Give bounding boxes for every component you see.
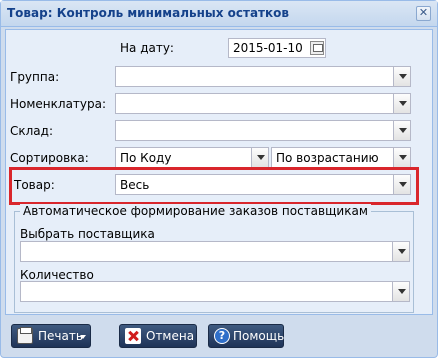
chevron-down-icon[interactable] xyxy=(392,242,409,261)
help-button-label: Помощь xyxy=(233,329,285,343)
date-value: 2015-01-10 xyxy=(233,41,303,55)
product-label: Товар: xyxy=(14,178,55,192)
printer-icon xyxy=(17,327,33,344)
nomenclature-label: Номенклатура: xyxy=(10,97,107,111)
report-dialog: Товар: Контроль минимальных остатков ✕ Н… xyxy=(0,0,438,358)
dialog-titlebar[interactable]: Товар: Контроль минимальных остатков ✕ xyxy=(1,1,437,27)
cancel-icon xyxy=(125,328,141,344)
calendar-icon[interactable] xyxy=(310,41,324,55)
product-combo[interactable]: Весь xyxy=(115,174,411,195)
product-value: Весь xyxy=(120,178,150,192)
dialog-body: На дату: 2015-01-10 Группа: Номенклатура… xyxy=(5,29,433,315)
sort-label: Сортировка: xyxy=(10,151,89,165)
sort-order-value: По возрастанию xyxy=(276,151,379,165)
dropdown-arrow-icon xyxy=(80,335,86,339)
cancel-button[interactable]: Отмена xyxy=(119,324,197,348)
sort-by-value: По Коду xyxy=(120,151,172,165)
date-field[interactable]: 2015-01-10 xyxy=(228,38,326,58)
chevron-down-icon[interactable] xyxy=(251,148,268,167)
help-button[interactable]: ? Помощь xyxy=(208,324,284,348)
sort-order-combo[interactable]: По возрастанию xyxy=(271,147,411,168)
quantity-label: Количество xyxy=(20,268,94,282)
print-button[interactable]: Печать xyxy=(11,324,91,348)
warehouse-label: Склад: xyxy=(10,124,53,138)
dialog-footer: Печать Отмена ? Помощь xyxy=(1,319,437,357)
chevron-down-icon[interactable] xyxy=(393,121,410,140)
quantity-combo[interactable] xyxy=(20,281,410,302)
chevron-down-icon[interactable] xyxy=(393,148,410,167)
chevron-down-icon[interactable] xyxy=(393,175,410,194)
help-icon: ? xyxy=(214,328,230,344)
date-label: На дату: xyxy=(120,41,174,55)
warehouse-combo[interactable] xyxy=(115,120,411,141)
group-label: Группа: xyxy=(10,70,60,84)
chevron-down-icon[interactable] xyxy=(393,67,410,86)
nomenclature-combo[interactable] xyxy=(115,93,411,114)
supplier-label: Выбрать поставщика xyxy=(20,227,155,241)
cancel-button-label: Отмена xyxy=(146,329,195,343)
group-combo[interactable] xyxy=(115,66,411,87)
print-button-label: Печать xyxy=(38,329,83,343)
auto-orders-legend: Автоматическое формирование заказов пост… xyxy=(20,204,371,218)
sort-by-combo[interactable]: По Коду xyxy=(115,147,269,168)
chevron-down-icon[interactable] xyxy=(392,282,409,301)
dialog-title: Товар: Контроль минимальных остатков xyxy=(7,6,289,20)
chevron-down-icon[interactable] xyxy=(393,94,410,113)
close-icon[interactable]: ✕ xyxy=(416,6,431,21)
supplier-combo[interactable] xyxy=(20,241,410,262)
